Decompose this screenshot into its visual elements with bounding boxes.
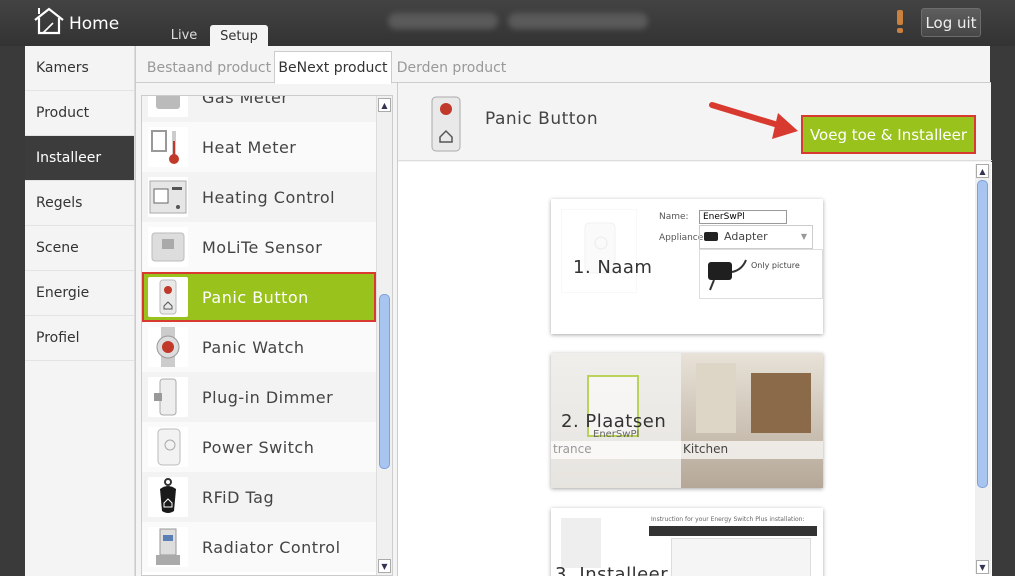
adapter-icon: [708, 259, 747, 291]
step-installeer: Instruction for your Energy Switch Plus …: [551, 508, 823, 576]
detail-scrollbar[interactable]: ▲ ▼: [975, 164, 991, 574]
step-label: 2. Plaatsen: [561, 411, 667, 432]
sidebar-item-installeer[interactable]: Installeer: [25, 136, 134, 181]
step-label: 1. Naam: [573, 257, 653, 278]
scroll-up-icon[interactable]: ▲: [378, 98, 391, 112]
sidebar-item-product[interactable]: Product: [25, 91, 134, 136]
molite-sensor-icon: [148, 227, 188, 267]
content-area: Bestaand product BeNext product Derden p…: [135, 46, 992, 576]
page: Kamers Product Installeer Regels Scene E…: [25, 46, 992, 576]
list-item[interactable]: Panic Watch: [142, 322, 376, 372]
gas-meter-icon: [148, 96, 188, 117]
subtab-benext-product[interactable]: BeNext product: [274, 51, 392, 84]
list-item[interactable]: Power Switch: [142, 422, 376, 472]
product-title: Panic Button: [485, 109, 599, 129]
arrow-annotation-right: [709, 102, 798, 139]
top-bar: Home Log uit: [0, 0, 1015, 46]
user-info-blurred: [388, 13, 658, 31]
alert-icon[interactable]: [896, 10, 904, 34]
scrollbar-thumb[interactable]: [379, 294, 390, 469]
name-field: EnerSwPl: [699, 210, 787, 224]
tab-live[interactable]: Live: [161, 25, 207, 46]
home-icon: [34, 7, 64, 35]
heat-meter-icon: [148, 127, 188, 167]
list-item[interactable]: Heating Control: [142, 172, 376, 222]
chevron-down-icon: ▼: [800, 232, 807, 241]
scrollbar-thumb[interactable]: [977, 180, 988, 488]
logout-button[interactable]: Log uit: [921, 8, 981, 37]
sidebar-item-profiel[interactable]: Profiel: [25, 316, 134, 361]
subtab-bar: Bestaand product BeNext product Derden p…: [136, 46, 991, 84]
list-item-selected[interactable]: Panic Button: [142, 272, 376, 322]
list-item[interactable]: RFiD Tag: [142, 472, 376, 522]
sidebar-item-regels[interactable]: Regels: [25, 181, 134, 226]
heating-control-icon: [148, 177, 188, 217]
picture-preview: Only picture: [699, 249, 823, 299]
appliance-select: Adapter ▼: [699, 225, 813, 249]
radiator-control-icon: [148, 527, 188, 567]
list-item[interactable]: Radiator Control: [142, 522, 376, 572]
panic-button-icon: [148, 277, 188, 317]
panic-watch-icon: [148, 327, 188, 367]
subtab-derden-product[interactable]: Derden product: [394, 52, 509, 83]
subtab-bestaand-product[interactable]: Bestaand product: [144, 52, 274, 83]
step-plaatsen: EnerSwPl trance Kitchen 2. Plaatsen: [551, 353, 823, 488]
adapter-icon: [704, 232, 718, 241]
install-steps: 1. Naam Name: EnerSwPl Appliance: Adapte…: [398, 162, 992, 576]
rfid-tag-icon: [148, 477, 188, 517]
add-and-install-button[interactable]: Voeg toe & Installeer: [801, 115, 976, 154]
scroll-down-icon[interactable]: ▼: [976, 560, 989, 574]
detail-header: Panic Button Voeg toe & Installeer: [398, 83, 992, 161]
tab-setup[interactable]: Setup: [210, 25, 268, 47]
product-list: Gas Meter Heat Meter Heating Control MoL…: [141, 95, 393, 576]
list-item[interactable]: Gas Meter: [142, 96, 376, 122]
sidebar-item-energie[interactable]: Energie: [25, 271, 134, 316]
plug-in-dimmer-icon: [148, 377, 188, 417]
scroll-down-icon[interactable]: ▼: [378, 559, 391, 573]
sidebar-item-kamers[interactable]: Kamers: [25, 46, 134, 91]
list-item[interactable]: Plug-in Dimmer: [142, 372, 376, 422]
step-label: 3. Installeer: [555, 564, 669, 576]
panic-button-icon: [426, 95, 466, 153]
product-detail: Panic Button Voeg toe & Installeer 1. Na…: [397, 83, 992, 576]
step-naam: 1. Naam Name: EnerSwPl Appliance: Adapte…: [551, 199, 823, 334]
sidebar: Kamers Product Installeer Regels Scene E…: [25, 46, 135, 576]
list-item[interactable]: MoLiTe Sensor: [142, 222, 376, 272]
scroll-up-icon[interactable]: ▲: [976, 164, 989, 178]
home-logo[interactable]: Home: [33, 6, 119, 36]
power-switch-icon: [148, 427, 188, 467]
app-title: Home: [69, 14, 120, 34]
sidebar-item-scene[interactable]: Scene: [25, 226, 134, 271]
product-list-scrollbar[interactable]: ▲ ▼: [376, 96, 392, 575]
list-item[interactable]: Heat Meter: [142, 122, 376, 172]
